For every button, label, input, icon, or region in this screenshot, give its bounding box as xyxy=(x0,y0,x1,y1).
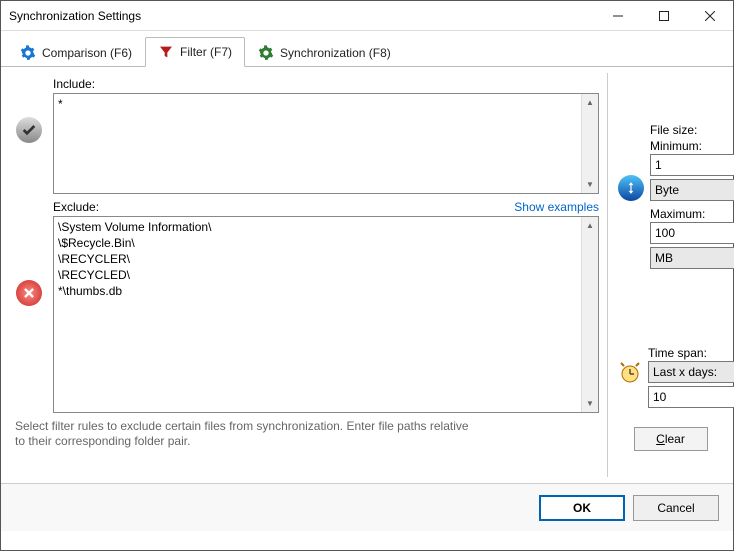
clear-label: Clear xyxy=(656,432,685,446)
titlebar: Synchronization Settings xyxy=(1,1,733,31)
hint-text: Select filter rules to exclude certain f… xyxy=(15,419,475,449)
ok-button[interactable]: OK xyxy=(539,495,625,521)
filesize-icon xyxy=(618,175,644,201)
include-label: Include: xyxy=(53,77,95,91)
maximize-button[interactable] xyxy=(641,1,687,31)
timespan-heading: Time span: xyxy=(648,346,734,360)
exclude-label: Exclude: xyxy=(53,200,99,214)
tab-filter-label: Filter (F7) xyxy=(180,45,232,59)
min-value-spinner[interactable]: ▲▼ xyxy=(650,154,734,176)
ok-label: OK xyxy=(573,501,591,515)
exclude-x-icon xyxy=(16,280,42,306)
tab-sync-label: Synchronization (F8) xyxy=(280,46,391,60)
include-check-icon xyxy=(16,117,42,143)
gear-green-icon xyxy=(258,45,274,61)
min-value-input[interactable] xyxy=(651,155,734,175)
close-button[interactable] xyxy=(687,1,733,31)
timespan-value-spinner[interactable]: ▲▼ xyxy=(648,386,734,408)
max-unit-select[interactable]: MB xyxy=(650,247,734,269)
cancel-label: Cancel xyxy=(657,501,694,515)
max-value-input[interactable] xyxy=(651,223,734,243)
tab-comparison[interactable]: Comparison (F6) xyxy=(7,37,145,67)
clock-icon xyxy=(618,360,642,384)
min-label: Minimum: xyxy=(650,139,734,153)
max-unit-value: MB xyxy=(655,251,673,265)
max-value-spinner[interactable]: ▲▼ xyxy=(650,222,734,244)
max-label: Maximum: xyxy=(650,207,734,221)
tab-bar: Comparison (F6) Filter (F7) Synchronizat… xyxy=(1,31,733,67)
gear-blue-icon xyxy=(20,45,36,61)
footer: OK Cancel xyxy=(1,483,733,531)
scroll-down-icon[interactable]: ▼ xyxy=(582,176,598,193)
exclude-textarea[interactable] xyxy=(54,217,581,409)
include-textarea[interactable] xyxy=(54,94,581,190)
clear-button[interactable]: Clear xyxy=(634,427,708,451)
scroll-up-icon[interactable]: ▲ xyxy=(582,217,598,234)
min-unit-select[interactable]: Byte xyxy=(650,179,734,201)
include-scrollbar[interactable]: ▲ ▼ xyxy=(581,94,598,193)
timespan-mode-value: Last x days: xyxy=(653,365,717,379)
timespan-value-input[interactable] xyxy=(649,387,734,407)
tab-comparison-label: Comparison (F6) xyxy=(42,46,132,60)
min-unit-value: Byte xyxy=(655,183,679,197)
scroll-up-icon[interactable]: ▲ xyxy=(582,94,598,111)
funnel-icon xyxy=(158,44,174,60)
tab-filter[interactable]: Filter (F7) xyxy=(145,37,245,67)
show-examples-link[interactable]: Show examples xyxy=(514,200,599,214)
filesize-heading: File size: xyxy=(650,123,734,137)
cancel-button[interactable]: Cancel xyxy=(633,495,719,521)
include-textarea-wrap: ▲ ▼ xyxy=(53,93,599,194)
exclude-textarea-wrap: ▲ ▼ xyxy=(53,216,599,413)
window-title: Synchronization Settings xyxy=(9,9,595,23)
minimize-button[interactable] xyxy=(595,1,641,31)
timespan-mode-select[interactable]: Last x days: xyxy=(648,361,734,383)
scroll-down-icon[interactable]: ▼ xyxy=(582,395,598,412)
exclude-scrollbar[interactable]: ▲ ▼ xyxy=(581,217,598,412)
tab-sync[interactable]: Synchronization (F8) xyxy=(245,37,404,67)
